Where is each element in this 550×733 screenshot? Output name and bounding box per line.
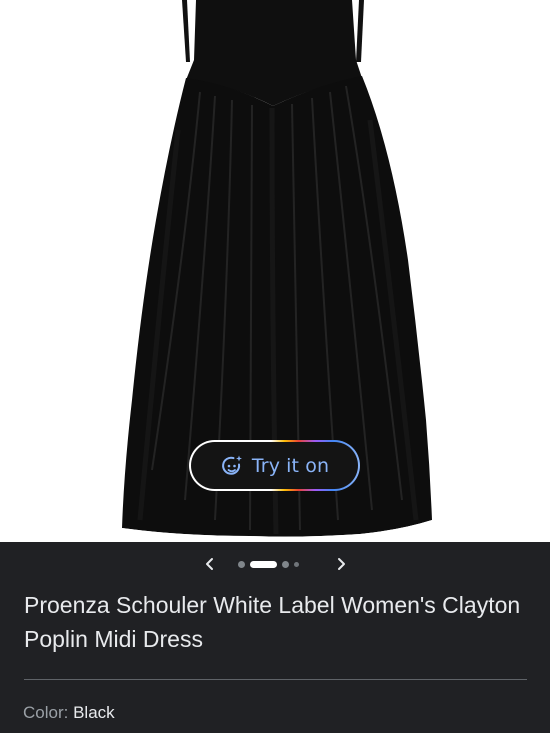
try-on-face-sparkle-icon xyxy=(222,455,242,475)
try-it-on-label: Try it on xyxy=(251,454,330,477)
product-color: Color: Black xyxy=(23,703,115,723)
product-title: Proenza Schouler White Label Women's Cla… xyxy=(24,592,521,652)
try-it-on-button[interactable]: Try it on xyxy=(189,440,360,491)
color-value: Black xyxy=(73,703,115,722)
section-divider xyxy=(24,679,527,680)
chevron-right-icon xyxy=(338,558,345,570)
image-carousel-controls xyxy=(0,542,550,586)
carousel-dot[interactable] xyxy=(238,560,245,568)
chevron-left-icon xyxy=(206,558,213,570)
previous-image-button[interactable] xyxy=(198,552,222,576)
color-label: Color: xyxy=(23,703,69,722)
carousel-dot-active[interactable] xyxy=(250,560,277,568)
carousel-dot[interactable] xyxy=(294,561,299,567)
next-image-button[interactable] xyxy=(329,552,353,576)
carousel-dot[interactable] xyxy=(282,560,289,568)
carousel-page-indicator xyxy=(238,560,299,568)
product-image-viewer[interactable]: Try it on xyxy=(0,0,550,542)
try-it-on-button-body: Try it on xyxy=(191,442,358,489)
